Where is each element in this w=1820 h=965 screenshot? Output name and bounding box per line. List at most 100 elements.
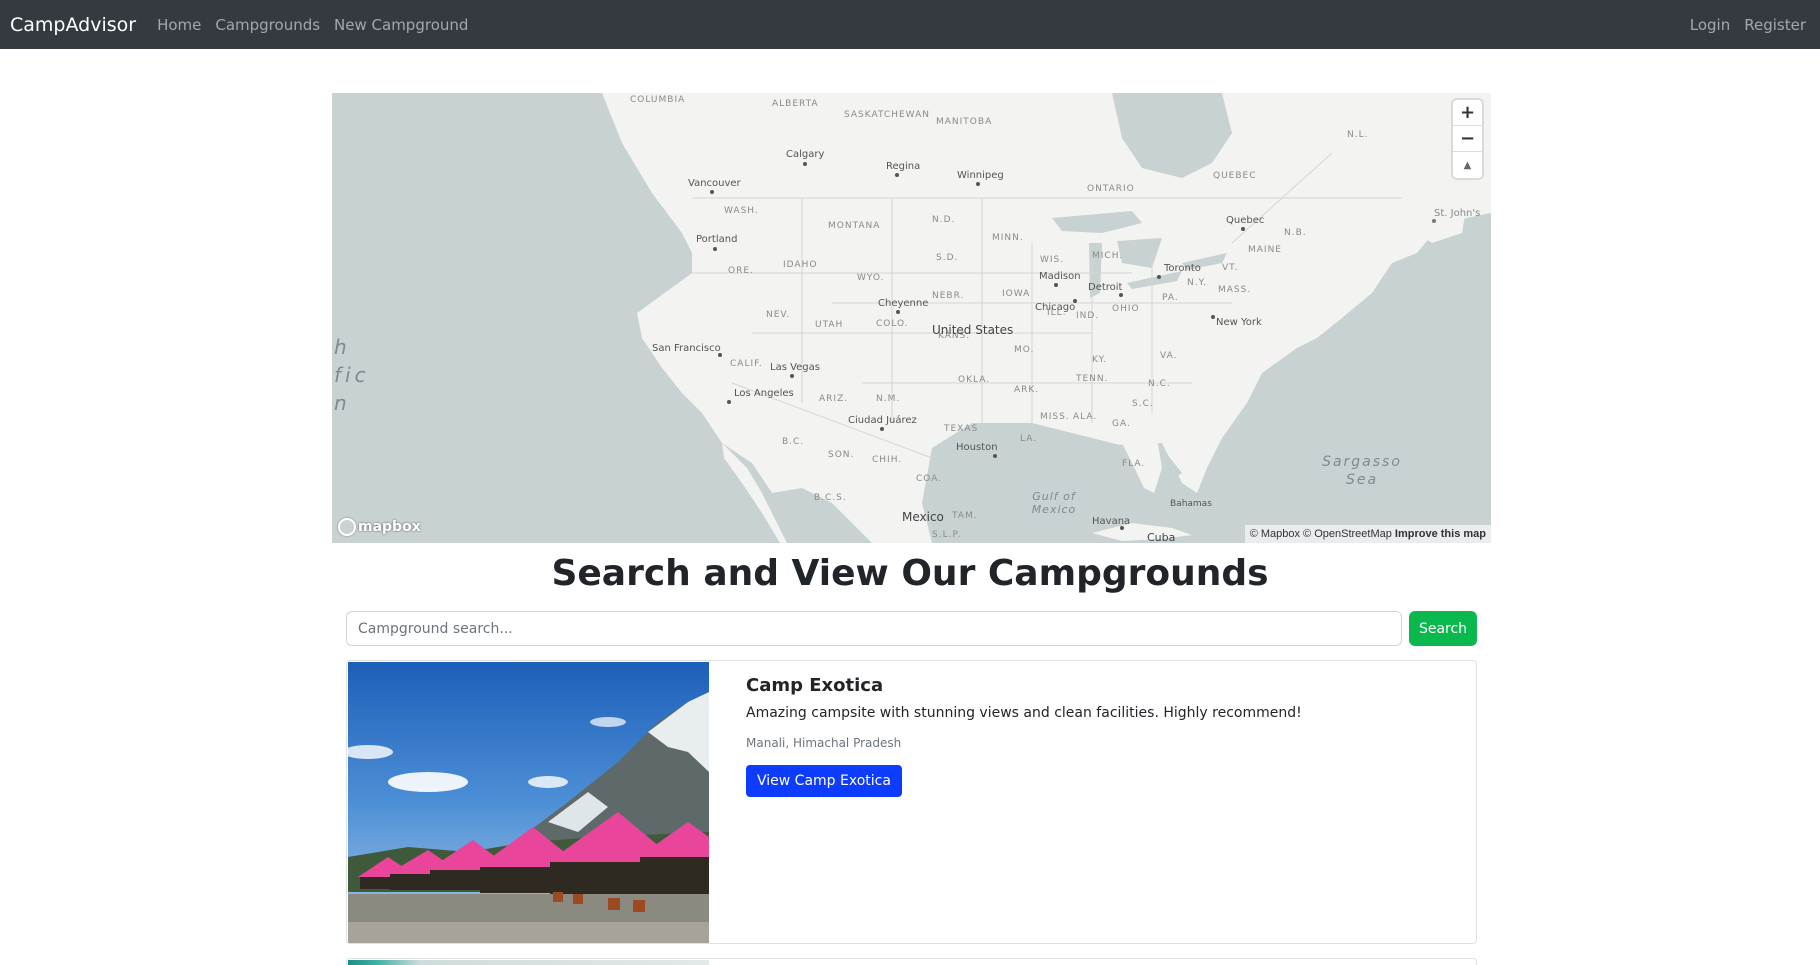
campground-title: Camp Exotica — [746, 675, 884, 696]
map-state-label: WYO. — [857, 273, 885, 283]
map-state-label: ONTARIO — [1087, 184, 1135, 194]
map-state-label: TEXAS — [944, 424, 979, 434]
map-state-label: MO. — [1014, 345, 1035, 355]
map-city-dot — [1432, 219, 1436, 223]
attribution-text[interactable]: © Mapbox © OpenStreetMap — [1250, 528, 1392, 540]
zoom-out-button[interactable]: − — [1453, 126, 1482, 152]
map-city-label: Bahamas — [1170, 499, 1212, 509]
map-state-label: N.M. — [876, 394, 901, 404]
map-city-dot — [718, 353, 722, 357]
map-state-label: VA. — [1160, 351, 1178, 361]
map-city-label: Cheyenne — [878, 298, 929, 309]
map-state-label: SASKATCHEWAN — [844, 110, 930, 120]
map-city-label: Detroit — [1088, 282, 1123, 293]
nav-new-campground-link[interactable]: New Campground — [334, 16, 468, 34]
map-city-dot — [803, 162, 807, 166]
campground-card-next — [346, 958, 1477, 965]
map-state-label: COLO. — [876, 319, 909, 329]
map-state-label: N.B. — [1284, 228, 1307, 238]
map-country-label: Cuba — [1147, 531, 1176, 543]
map-city-dot — [1157, 275, 1161, 279]
map-state-label: PA. — [1162, 293, 1179, 303]
map-city-label: Quebec — [1226, 215, 1265, 226]
map-state-label: QUEBEC — [1213, 171, 1257, 181]
cluster-map[interactable]: COLUMBIA ALBERTA SASKATCHEWAN MANITOBA O… — [332, 93, 1491, 543]
map-state-label: VT. — [1222, 263, 1239, 273]
map-city-label: Houston — [956, 442, 998, 453]
map-city-label: Calgary — [786, 149, 825, 160]
map-sea-label: Gulf of Mexico — [1031, 490, 1077, 516]
map-city-dot — [710, 190, 714, 194]
zoom-in-button[interactable]: + — [1453, 100, 1482, 126]
map-city-label: Toronto — [1164, 263, 1201, 274]
map-sea-label: Sargasso Sea — [1322, 454, 1402, 488]
map-city-label: San Francisco — [652, 343, 721, 354]
map-navigation-control: + − ▲ — [1453, 100, 1482, 178]
map-country-label: United States — [932, 323, 1014, 337]
map-state-label: N.L. — [1347, 130, 1369, 140]
map-city-label: Vancouver — [688, 178, 741, 189]
campground-description: Amazing campsite with stunning views and… — [746, 705, 1302, 721]
map-city-label: New York — [1216, 317, 1262, 328]
map-country-label: Mexico — [902, 510, 944, 524]
map-state-label: FLA. — [1122, 459, 1146, 469]
map-city-label: St. John's — [1434, 208, 1481, 219]
map-city-label: Winnipeg — [957, 170, 1004, 181]
map-city-dot — [790, 374, 794, 378]
map-city-dot — [713, 247, 717, 251]
map-city-dot — [880, 427, 884, 431]
map-state-label: MICH. — [1092, 251, 1124, 261]
map-city-dot — [896, 310, 900, 314]
map-city-label: Ciudad Juárez — [848, 415, 917, 426]
brand-link[interactable]: CampAdvisor — [10, 14, 136, 36]
map-city-label: Regina — [886, 161, 921, 172]
view-campground-button[interactable]: View Camp Exotica — [746, 765, 902, 797]
campground-image-next — [348, 960, 709, 965]
search-button[interactable]: Search — [1409, 611, 1477, 646]
campground-image — [348, 662, 709, 943]
campground-photo — [348, 662, 709, 943]
map-city-label: Los Angeles — [734, 388, 794, 399]
map-state-label: IDAHO — [783, 260, 818, 270]
campground-location: Manali, Himachal Pradesh — [746, 736, 902, 750]
mapbox-logo[interactable]: mapbox — [338, 518, 421, 536]
map-state-label: GA. — [1112, 419, 1131, 429]
map-state-label: MISS. — [1040, 412, 1070, 422]
mapbox-logo-text: mapbox — [358, 519, 421, 535]
campground-card: Camp Exotica Amazing campsite with stunn… — [346, 660, 1477, 944]
map-state-label: OKLA. — [958, 375, 991, 385]
map-city-label: Las Vegas — [770, 362, 820, 373]
map-city-label: Havana — [1092, 516, 1131, 527]
search-input[interactable] — [346, 611, 1402, 646]
nav-home-link[interactable]: Home — [157, 16, 201, 34]
map-state-label: NEBR. — [932, 291, 965, 301]
map-city-dot — [1054, 283, 1058, 287]
map-state-label: ORE. — [728, 266, 754, 276]
map-state-label: MASS. — [1218, 285, 1252, 295]
improve-map-link[interactable]: Improve this map — [1395, 528, 1486, 540]
compass-icon[interactable]: ▲ — [1453, 152, 1482, 178]
map-state-label: ALBERTA — [772, 99, 819, 109]
map-city-dot — [1120, 526, 1124, 530]
map-state-label: MONTANA — [828, 221, 881, 231]
nav-campgrounds-link[interactable]: Campgrounds — [215, 16, 320, 34]
map-city-dot — [895, 173, 899, 177]
map-attribution: © Mapbox © OpenStreetMap Improve this ma… — [1244, 525, 1491, 543]
map-state-label: N.C. — [1148, 379, 1171, 389]
map-state-label: CALIF. — [730, 359, 763, 369]
map-state-label: WASH. — [724, 206, 759, 216]
map-state-label: OHIO — [1112, 304, 1140, 314]
mapbox-logo-icon — [338, 518, 356, 536]
map-state-label: SON. — [828, 450, 855, 460]
login-link[interactable]: Login — [1690, 16, 1730, 34]
register-link[interactable]: Register — [1744, 16, 1806, 34]
map-city-label: Chicago — [1035, 302, 1076, 313]
map-city-dot — [1119, 293, 1123, 297]
map-state-label: B.C.S. — [814, 493, 847, 503]
map-city-dot — [993, 454, 997, 458]
map-state-label: TENN. — [1076, 374, 1109, 384]
map-city-label: Portland — [696, 234, 738, 245]
navbar: CampAdvisor Home Campgrounds New Campgro… — [0, 0, 1820, 49]
map-state-label: S.D. — [936, 253, 959, 263]
map-state-label: MAINE — [1248, 245, 1282, 255]
